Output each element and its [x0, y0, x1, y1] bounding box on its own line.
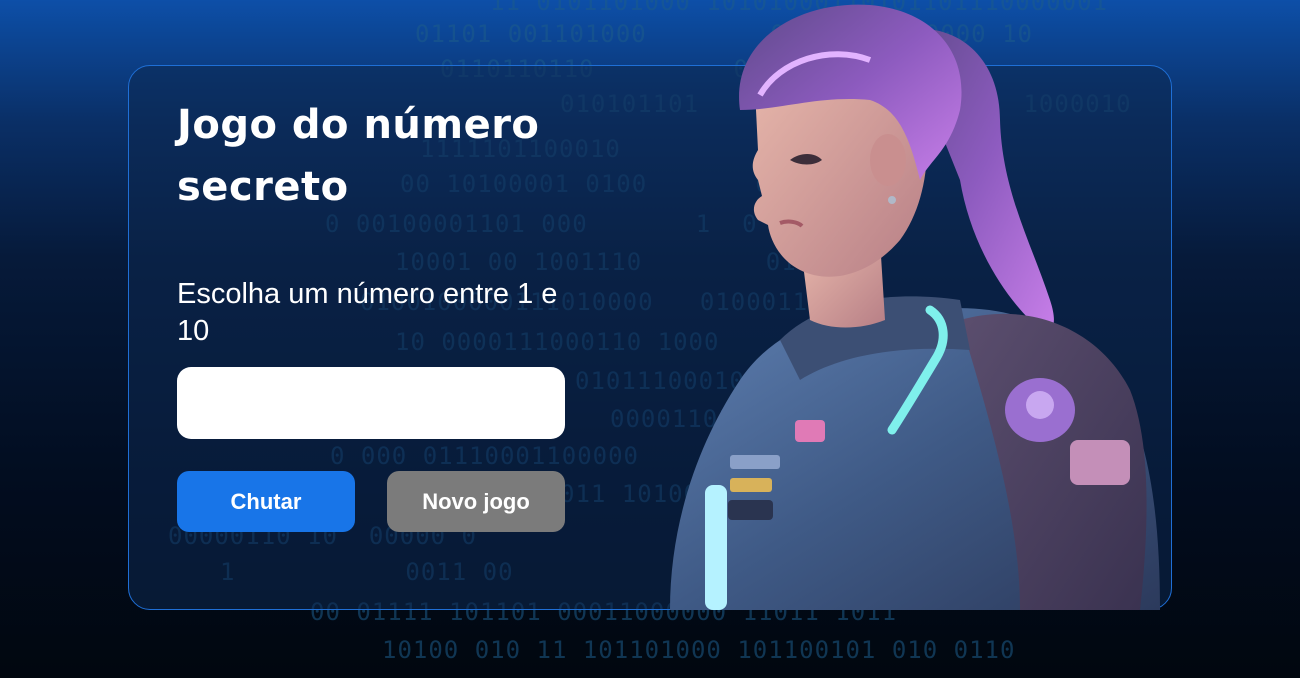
- game-prompt: Escolha um número entre 1 e 10: [177, 278, 558, 347]
- game-panel: Jogo do número secreto Escolha um número…: [177, 94, 567, 532]
- binary-row: 10100 010 11 101101000 101100101 010 011…: [382, 636, 1016, 664]
- new-game-button[interactable]: Novo jogo: [387, 471, 565, 532]
- guess-button[interactable]: Chutar: [177, 471, 355, 532]
- astronaut-girl-illustration: [670, 4, 1160, 610]
- guess-input[interactable]: [177, 367, 565, 439]
- button-group: Chutar Novo jogo: [177, 471, 567, 532]
- page-title: Jogo do número secreto: [177, 102, 540, 210]
